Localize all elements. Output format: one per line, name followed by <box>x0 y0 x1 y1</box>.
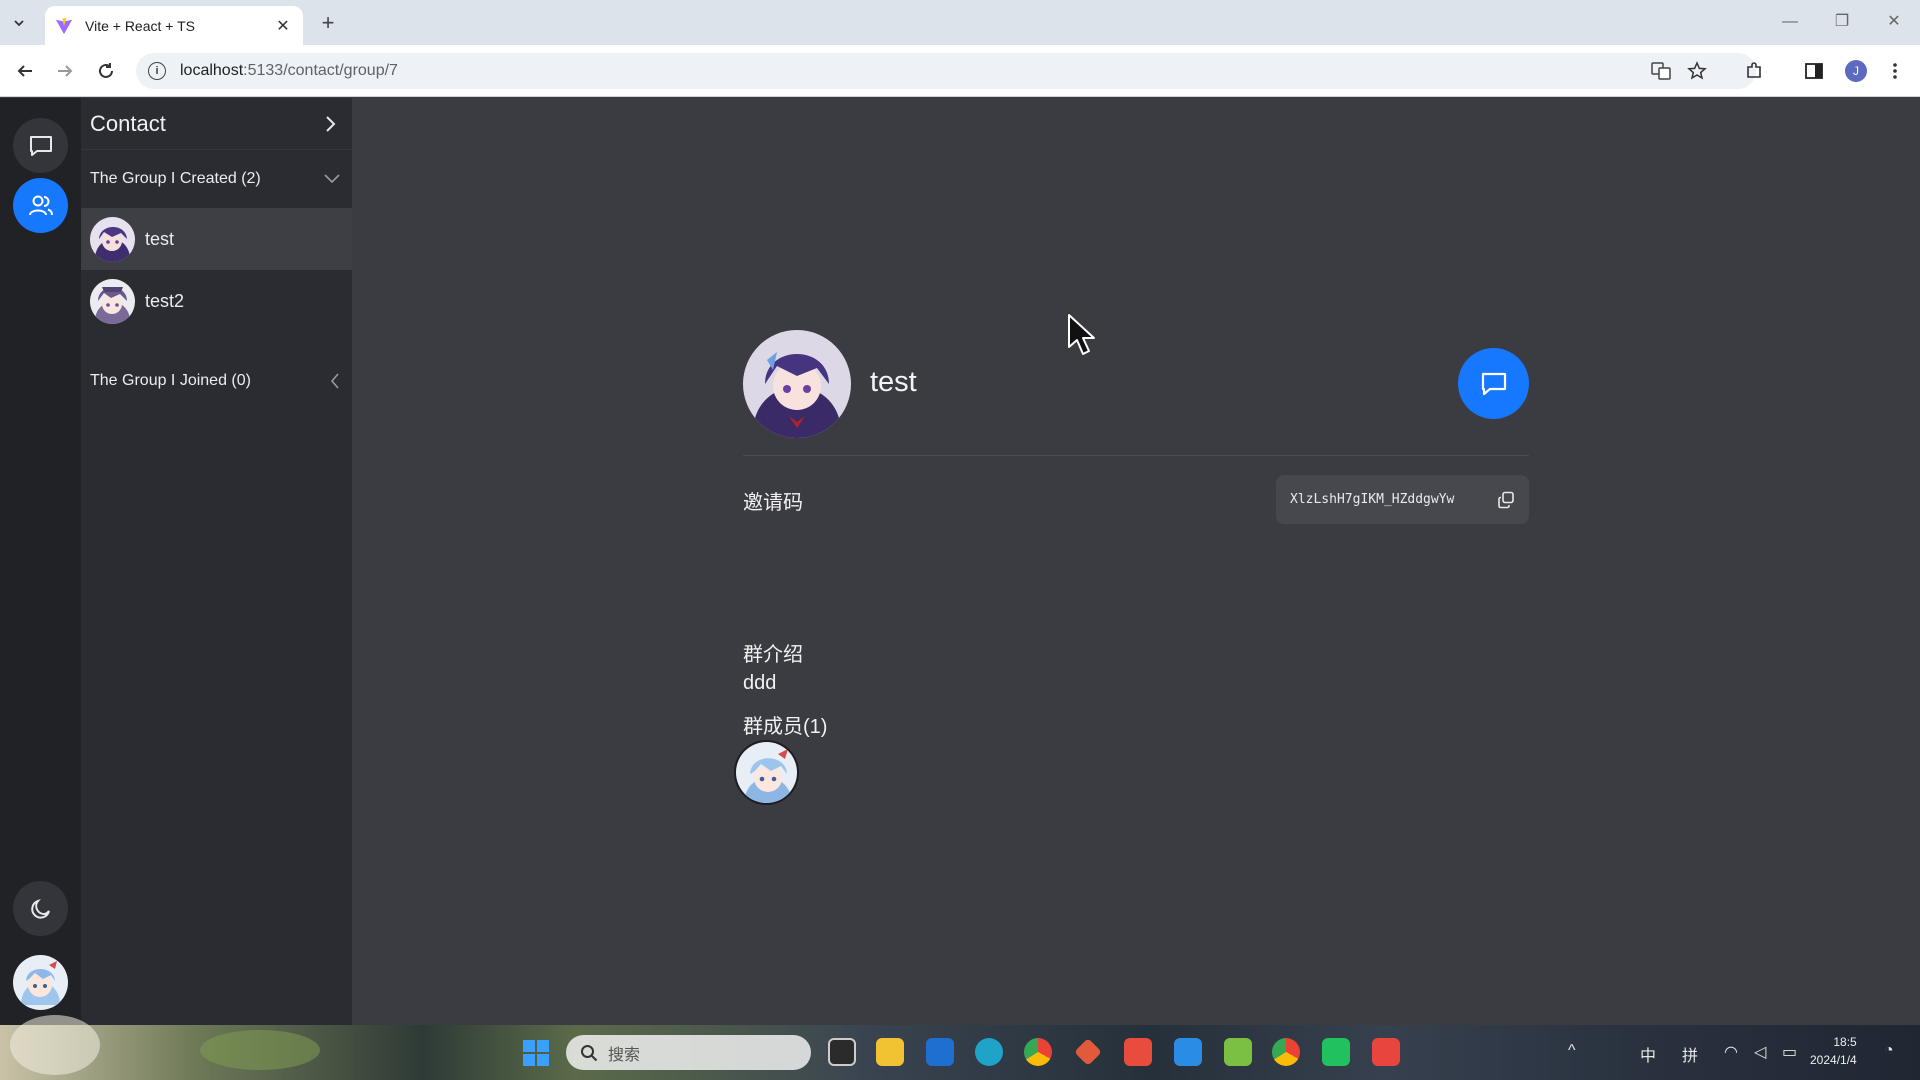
volume-icon[interactable]: ◁ <box>1754 1042 1766 1062</box>
user-avatar[interactable] <box>13 955 68 1010</box>
pen-tool-icon[interactable] <box>1074 1038 1102 1066</box>
search-icon <box>581 1044 598 1061</box>
open-group-chat-button[interactable] <box>1458 348 1529 419</box>
contact-sidebar: Contact The Group I Created (2) test tes… <box>81 98 352 1025</box>
group-intro-text: ddd <box>743 672 777 694</box>
tab-close-icon[interactable]: ✕ <box>273 16 293 36</box>
app-green-b-icon[interactable] <box>1224 1038 1252 1066</box>
close-window-button[interactable]: ✕ <box>1874 8 1914 36</box>
forward-arrow-icon[interactable] <box>51 57 79 85</box>
chevron-down-icon <box>324 174 340 184</box>
vite-logo-icon <box>55 17 73 34</box>
side-panel-icon[interactable] <box>1800 57 1828 85</box>
clock-time: 18:5 <box>1833 1035 1857 1049</box>
group-intro-label: 群介绍 <box>743 644 803 666</box>
group-avatar <box>90 278 135 324</box>
profile-avatar[interactable]: J <box>1842 57 1870 85</box>
ime-mode-indicator[interactable]: 中 <box>1640 1042 1656 1066</box>
clock-date: 2024/1/4 <box>1810 1053 1857 1067</box>
copy-icon[interactable] <box>1495 489 1517 511</box>
nav-chat-button[interactable] <box>13 118 68 173</box>
translate-icon[interactable] <box>1647 57 1675 85</box>
site-info-icon[interactable]: i <box>148 62 166 80</box>
bookmark-star-icon[interactable] <box>1683 57 1711 85</box>
minimize-button[interactable]: — <box>1770 8 1810 36</box>
invite-code-box: XlzLshH7gIKM_HZddgwYw <box>1276 475 1529 524</box>
member-avatar[interactable] <box>734 740 799 805</box>
section-joined-label: The Group I Joined (0) <box>90 372 251 389</box>
chrome-dev-icon[interactable] <box>1272 1038 1300 1066</box>
nav-contacts-button[interactable] <box>13 178 68 233</box>
moon-icon <box>30 898 50 919</box>
sidebar-title: Contact <box>90 110 166 136</box>
new-tab-button[interactable]: + <box>314 10 342 38</box>
os-taskbar: 搜索 ^ 中 拼 ◠ ◁ ▭ 18:5 2024/1/4 ◔ <box>0 1015 1920 1080</box>
ms-store-icon[interactable] <box>926 1038 954 1066</box>
taskbar-search-label: 搜索 <box>608 1046 641 1064</box>
reload-icon[interactable] <box>92 57 120 85</box>
tab-title: Vite + React + TS <box>85 17 195 34</box>
message-square-icon <box>1481 372 1506 395</box>
ime-pinyin-indicator[interactable]: 拼 <box>1682 1042 1698 1066</box>
browser-menu-kebab-icon[interactable] <box>1881 57 1909 85</box>
group-members-label: 群成员(1) <box>743 716 828 738</box>
group-item-test2[interactable]: test2 <box>81 270 352 332</box>
chrome-icon[interactable] <box>1024 1038 1052 1066</box>
group-avatar <box>90 216 135 262</box>
message-square-icon <box>29 135 52 156</box>
invite-code-value: XlzLshH7gIKM_HZddgwYw <box>1290 492 1455 507</box>
vscode-icon[interactable] <box>1174 1038 1202 1066</box>
group-name-heading: test <box>870 366 917 398</box>
chevron-left-icon <box>330 373 339 389</box>
back-arrow-icon[interactable] <box>11 57 39 85</box>
theme-toggle-button[interactable] <box>13 881 68 936</box>
section-created-label: The Group I Created (2) <box>90 170 261 187</box>
wifi-icon[interactable]: ◠ <box>1724 1042 1738 1062</box>
group-detail-panel: test 邀请码 XlzLshH7gIKM_HZddgwYw 群介绍 ddd 群… <box>352 98 1920 1025</box>
chevron-right-icon[interactable] <box>324 115 338 133</box>
users-icon <box>28 195 53 215</box>
app-red-c-icon[interactable] <box>1372 1038 1400 1066</box>
taskbar-clock[interactable]: 18:5 2024/1/4 <box>1810 1033 1857 1069</box>
invite-code-label: 邀请码 <box>743 492 803 514</box>
app-nav-rail <box>0 98 81 1025</box>
file-explorer-icon[interactable] <box>876 1038 904 1066</box>
extensions-puzzle-icon[interactable] <box>1740 57 1768 85</box>
sidebar-header: Contact <box>81 98 352 150</box>
mouse-cursor-icon <box>1068 314 1095 355</box>
tab-search-chevron-icon[interactable] <box>6 10 32 36</box>
notification-bell-icon[interactable]: ◔ <box>1884 1042 1894 1060</box>
browser-tab[interactable]: Vite + React + TS ✕ <box>45 6 303 45</box>
windows-start-icon[interactable] <box>523 1040 549 1066</box>
browser-tabstrip: Vite + React + TS ✕ + — ❐ ✕ <box>0 0 1920 45</box>
battery-icon[interactable]: ▭ <box>1782 1042 1797 1062</box>
group-item-name: test <box>145 228 175 249</box>
group-item-name: test2 <box>145 290 185 311</box>
app-green-c-icon[interactable] <box>1322 1038 1350 1066</box>
group-large-avatar <box>743 330 851 438</box>
app-red-icon[interactable] <box>1124 1038 1152 1066</box>
section-joined-groups[interactable]: The Group I Joined (0) <box>81 352 352 410</box>
restore-button[interactable]: ❐ <box>1822 8 1862 36</box>
taskbar-search[interactable]: 搜索 <box>566 1035 811 1070</box>
edge-browser-icon[interactable] <box>975 1038 1003 1066</box>
address-bar[interactable]: i localhost:5133/contact/group/7 <box>136 53 1756 89</box>
task-view-icon[interactable] <box>828 1038 856 1066</box>
profile-divider <box>743 455 1529 456</box>
browser-toolbar: i localhost:5133/contact/group/7 J <box>0 45 1920 97</box>
group-item-test[interactable]: test <box>81 208 352 270</box>
address-url: localhost:5133/contact/group/7 <box>180 62 398 79</box>
section-created-groups[interactable]: The Group I Created (2) <box>81 150 352 208</box>
tray-chevron-up-icon[interactable]: ^ <box>1568 1042 1576 1060</box>
